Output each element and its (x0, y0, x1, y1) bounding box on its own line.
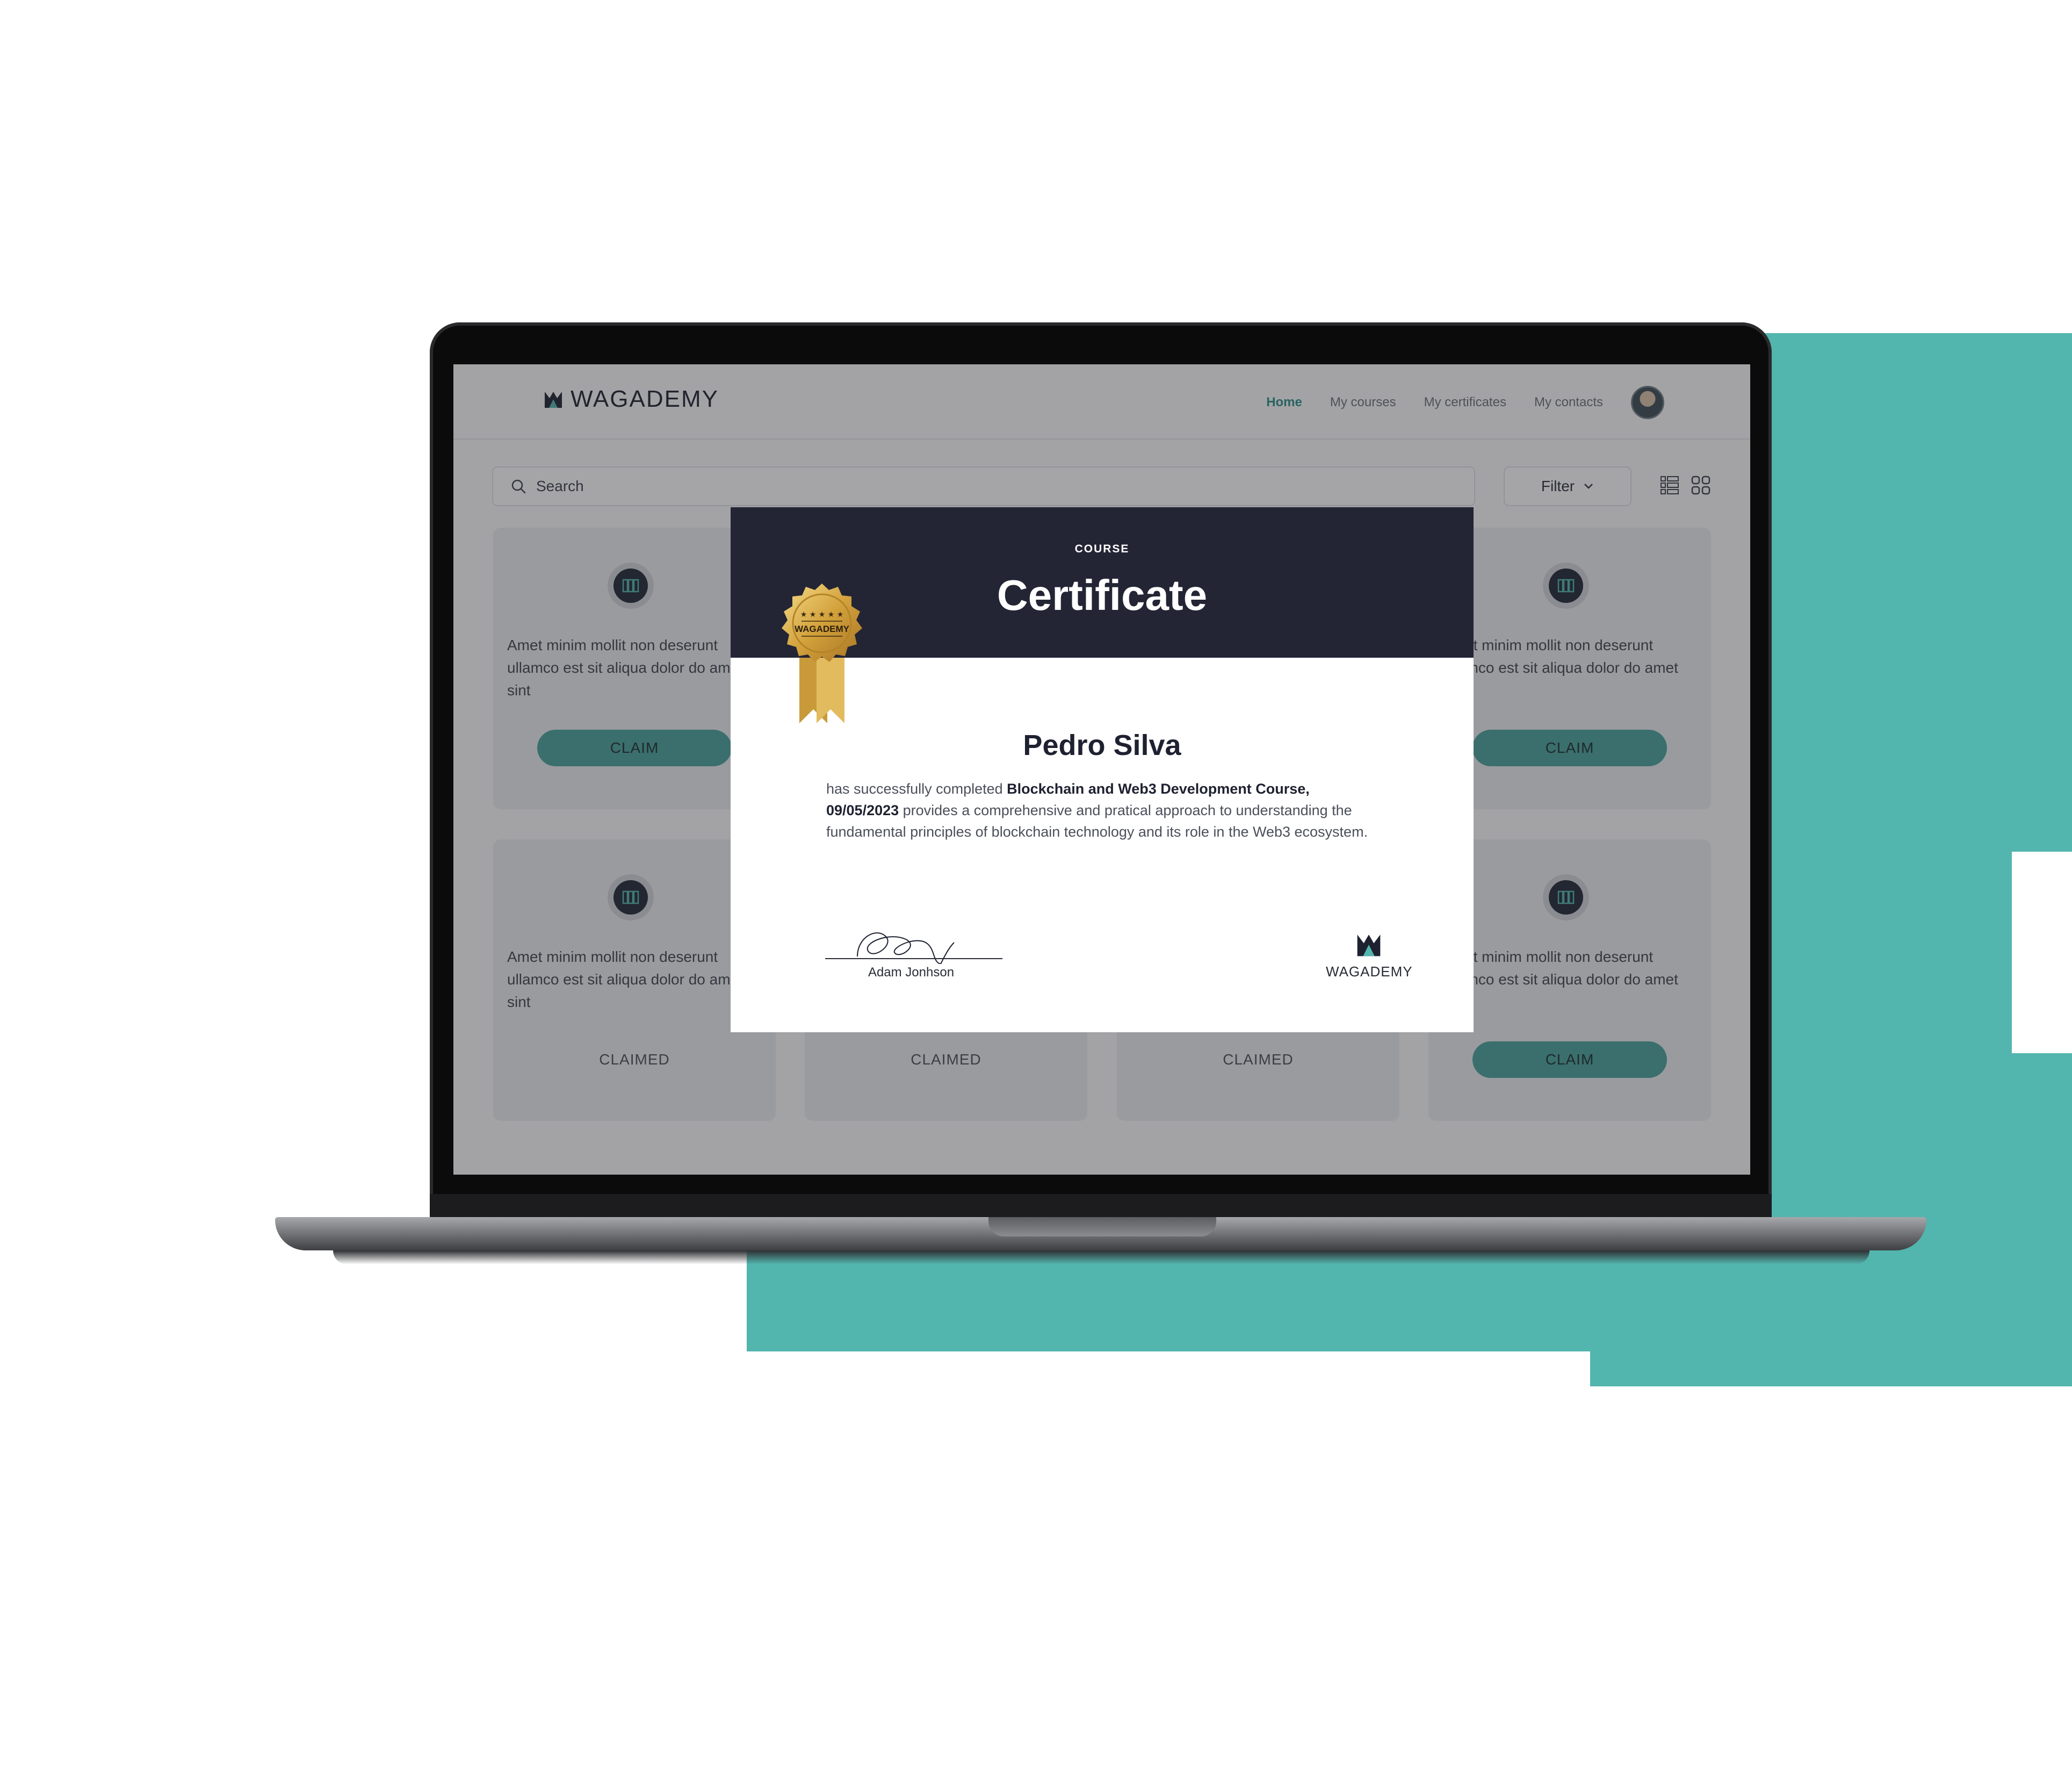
certificate-modal: COURSE Certificate ★ ★ ★ ★ ★ WAGADEMY Pe… (731, 507, 1474, 1032)
laptop-shadow (333, 1250, 1869, 1264)
laptop-hinge-notch (988, 1217, 1216, 1236)
certificate-logo-text: WAGADEMY (1326, 963, 1413, 980)
signature-icon (825, 932, 1002, 964)
certificate-body: has successfully completed Blockchain an… (826, 778, 1380, 843)
body-suffix: provides a comprehensive and pratical ap… (826, 802, 1368, 840)
certificate-kicker: COURSE (1074, 543, 1130, 555)
backdrop-notch (2012, 852, 2072, 1053)
certificate-logo: WAGADEMY (1326, 932, 1412, 980)
wagademy-logo-icon (1357, 934, 1381, 956)
app-screen: WAGADEMY Home My courses My certificates… (453, 364, 1750, 1175)
award-medal-icon: ★ ★ ★ ★ ★ WAGADEMY (782, 584, 862, 723)
medal-label: WAGADEMY (795, 624, 850, 634)
recipient-name: Pedro Silva (1023, 729, 1181, 761)
signer-name: Adam Jonhson (868, 965, 955, 980)
svg-text:★ ★ ★ ★ ★: ★ ★ ★ ★ ★ (800, 610, 844, 619)
body-prefix: has successfully completed (826, 781, 1007, 797)
